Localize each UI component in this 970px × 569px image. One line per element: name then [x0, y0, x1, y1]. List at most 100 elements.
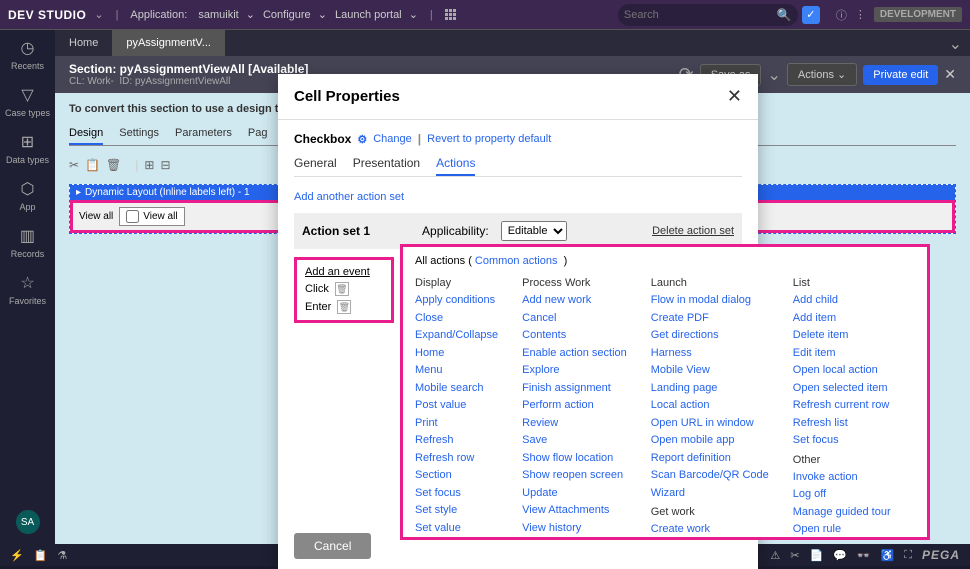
delete-set-link[interactable]: Delete action set: [652, 225, 734, 237]
clipboard-icon[interactable]: 📋: [34, 549, 48, 562]
tool-icon[interactable]: 🗑: [106, 158, 121, 172]
configure-menu[interactable]: Configure ⌄: [263, 8, 327, 21]
expand-icon[interactable]: ⛶: [904, 549, 912, 562]
scissors-icon[interactable]: ✂: [790, 549, 799, 562]
action-link[interactable]: Open URL in window: [651, 415, 769, 432]
sidebar-datatypes[interactable]: ⊞Data types: [6, 132, 49, 165]
action-link[interactable]: Show reopen screen: [522, 467, 627, 484]
action-link[interactable]: Show smart info: [415, 537, 498, 540]
check-icon[interactable]: ✓: [802, 6, 820, 24]
action-link[interactable]: Enable action section: [522, 345, 627, 362]
action-link[interactable]: Section: [415, 467, 498, 484]
action-link[interactable]: Review: [522, 415, 627, 432]
info-icon[interactable]: ⓘ: [836, 7, 847, 23]
action-link[interactable]: Refresh row: [415, 450, 498, 467]
cancel-button[interactable]: Cancel: [294, 533, 371, 559]
tab-home[interactable]: Home: [55, 30, 112, 56]
doc-icon[interactable]: 📄: [809, 549, 823, 562]
sidebar-casetypes[interactable]: ▽Case types: [5, 85, 50, 118]
action-link[interactable]: Report definition: [651, 450, 769, 467]
viewall-checkbox[interactable]: [126, 210, 139, 223]
modal-close-icon[interactable]: ✕: [727, 86, 742, 107]
action-link[interactable]: Scan Barcode/QR Code: [651, 467, 769, 484]
sidebar-favorites[interactable]: ☆Favorites: [9, 273, 46, 306]
action-link[interactable]: Expand/Collapse: [415, 327, 498, 344]
action-link[interactable]: Delete item: [793, 327, 891, 344]
tool-icon[interactable]: 📋: [85, 158, 100, 172]
action-link[interactable]: Add child: [793, 292, 891, 309]
action-link[interactable]: Set style: [415, 502, 498, 519]
chevron-down-icon[interactable]: ⌄: [941, 30, 970, 56]
action-link[interactable]: Manage guided tour: [793, 504, 891, 521]
sidebar-records[interactable]: ▥Records: [11, 226, 45, 259]
tab-pages[interactable]: Pag: [248, 123, 268, 145]
action-link[interactable]: Menu: [415, 362, 498, 379]
action-link[interactable]: Finish assignment: [522, 380, 627, 397]
applicability-select[interactable]: Editable: [501, 221, 567, 241]
action-link[interactable]: Cancel: [522, 310, 627, 327]
action-link[interactable]: Print: [415, 415, 498, 432]
close-icon[interactable]: ✕: [944, 66, 956, 83]
action-link[interactable]: Contents: [522, 327, 627, 344]
action-link[interactable]: Log off: [793, 486, 891, 503]
action-link[interactable]: Add item: [793, 310, 891, 327]
action-link[interactable]: Save: [522, 432, 627, 449]
action-link[interactable]: View Attachments: [522, 502, 627, 519]
action-link[interactable]: Mobile View: [651, 362, 769, 379]
more-icon[interactable]: ⋮: [855, 8, 866, 21]
gear-icon[interactable]: ⚙: [357, 133, 367, 146]
common-actions-link[interactable]: Common actions: [475, 255, 558, 267]
action-link[interactable]: Explore: [522, 362, 627, 379]
action-link[interactable]: Add new work: [522, 292, 627, 309]
action-link[interactable]: Update: [522, 485, 627, 502]
action-link[interactable]: Open mobile app: [651, 432, 769, 449]
action-link[interactable]: Apply conditions: [415, 292, 498, 309]
action-link[interactable]: Mobile search: [415, 380, 498, 397]
bolt-icon[interactable]: ⚡: [10, 549, 24, 562]
sidebar-recents[interactable]: ◷Recents: [11, 38, 44, 71]
action-link[interactable]: Refresh current row: [793, 397, 891, 414]
action-link[interactable]: Landing page: [651, 380, 769, 397]
search-icon[interactable]: 🔍: [777, 8, 792, 22]
revert-link[interactable]: Revert to property default: [427, 133, 551, 145]
action-link[interactable]: Edit item: [793, 345, 891, 362]
tab-parameters[interactable]: Parameters: [175, 123, 232, 145]
tool-icon[interactable]: ⊞: [144, 158, 154, 172]
apps-grid-icon[interactable]: [445, 9, 456, 20]
tool-icon[interactable]: ⊟: [160, 158, 170, 172]
chat-icon[interactable]: 💬: [833, 549, 847, 562]
warning-icon[interactable]: ⚠: [770, 549, 780, 562]
action-link[interactable]: Home: [415, 345, 498, 362]
launch-menu[interactable]: Launch portal ⌄: [335, 8, 418, 21]
app-switcher[interactable]: Application: samuikit ⌄: [130, 8, 255, 21]
accessibility-icon[interactable]: ♿: [881, 549, 895, 562]
action-link[interactable]: Create work: [651, 521, 769, 538]
tab-pyassignment[interactable]: pyAssignmentV...: [112, 30, 225, 56]
action-link[interactable]: Open rule: [793, 521, 891, 538]
add-action-set-link[interactable]: Add another action set: [294, 191, 404, 203]
modal-tab-general[interactable]: General: [294, 152, 337, 176]
sidebar-app[interactable]: ⬡App: [19, 179, 35, 212]
action-link[interactable]: Open selected item: [793, 380, 891, 397]
action-link[interactable]: Get next work: [651, 539, 769, 541]
modal-tab-actions[interactable]: Actions: [436, 152, 475, 176]
action-link[interactable]: Perform action: [522, 397, 627, 414]
delete-event-icon[interactable]: 🗑: [337, 300, 351, 314]
tab-design[interactable]: Design: [69, 123, 103, 145]
action-link[interactable]: Harness: [651, 345, 769, 362]
action-link[interactable]: Set value: [415, 520, 498, 537]
private-edit-button[interactable]: Private edit: [863, 65, 938, 85]
action-link[interactable]: Show flow location: [522, 450, 627, 467]
action-link[interactable]: Create PDF: [651, 310, 769, 327]
actions-button[interactable]: Actions ⌄: [787, 63, 857, 86]
action-link[interactable]: Wizard: [651, 485, 769, 502]
action-link[interactable]: Invoke action: [793, 469, 891, 486]
search-input[interactable]: [624, 9, 744, 21]
modal-tab-presentation[interactable]: Presentation: [353, 152, 420, 176]
glasses-icon[interactable]: 👓: [857, 549, 871, 562]
action-link[interactable]: Flow in modal dialog: [651, 292, 769, 309]
action-link[interactable]: Set focus: [415, 485, 498, 502]
tool-icon[interactable]: ✂: [69, 158, 79, 172]
action-link[interactable]: Get directions: [651, 327, 769, 344]
add-event-link[interactable]: Add an event: [305, 266, 383, 278]
